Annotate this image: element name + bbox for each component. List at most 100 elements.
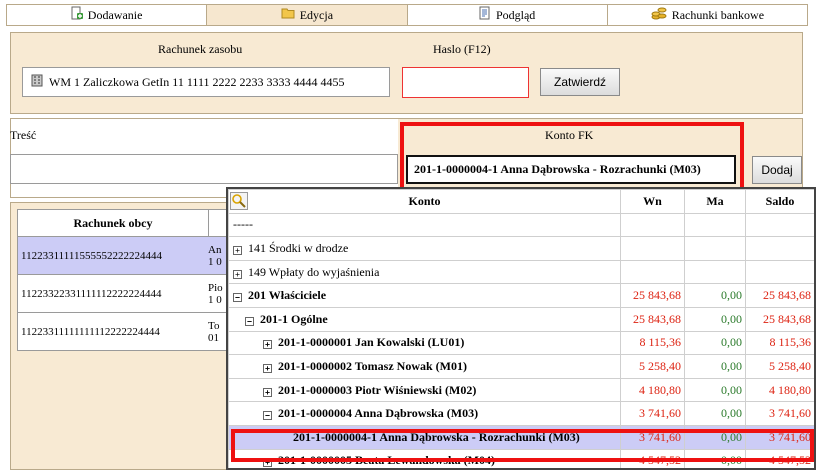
amount-ma: 0,00 xyxy=(684,330,746,356)
content-input[interactable] xyxy=(10,154,398,184)
collapse-icon[interactable]: − xyxy=(263,411,272,421)
konto-cell: −201 Właściciele xyxy=(228,283,621,308)
konto-label: 201 Właściciele xyxy=(248,288,327,303)
konto-label: 201-1-0000004 Anna Dąbrowska (M03) xyxy=(278,406,479,421)
expand-icon[interactable]: + xyxy=(233,269,242,279)
amount-wn: 5 258,40 xyxy=(620,354,685,379)
konto-cell: +141 Środki w drodze xyxy=(228,236,621,261)
tab-label: Dodawanie xyxy=(87,7,143,22)
col-rachunek-obcy: Rachunek obcy xyxy=(73,216,153,230)
konto-cell: +201-1-0000003 Piotr Wiśniewski (M02) xyxy=(228,377,621,403)
col-wn: Wn xyxy=(620,189,685,214)
row-extra: Pio 1 0 xyxy=(208,281,223,306)
expand-icon[interactable]: + xyxy=(233,245,242,255)
collapse-icon[interactable]: − xyxy=(233,293,242,303)
tab-rachunki-bankowe[interactable]: Rachunki bankowe xyxy=(607,4,808,26)
tab-podglad[interactable]: Podgląd xyxy=(407,4,608,26)
expand-icon[interactable]: + xyxy=(263,363,272,373)
amount-ma xyxy=(684,212,746,238)
expand-icon[interactable]: + xyxy=(263,340,272,350)
add-button[interactable]: Dodaj xyxy=(752,156,802,184)
amount-ma: 0,00 xyxy=(684,283,746,308)
amount-saldo: 25 843,68 xyxy=(745,283,814,308)
konto-label: 201-1-0000002 Tomasz Nowak (M01) xyxy=(278,358,467,373)
coins-icon xyxy=(651,6,667,24)
konto-label: 201-1-0000001 Jan Kowalski (LU01) xyxy=(278,335,465,350)
konto-cell: +149 Wpłaty do wyjaśnienia xyxy=(228,259,621,285)
amount-wn: 8 115,36 xyxy=(620,330,685,356)
konto-tree-row[interactable]: +201-1-0000003 Piotr Wiśniewski (M02) 4 1… xyxy=(228,377,814,403)
preview-document-icon xyxy=(479,6,491,24)
amount-wn xyxy=(620,212,685,238)
row-account: 11223311111111112222224444 xyxy=(21,325,160,338)
selected-row-highlight xyxy=(231,429,814,462)
table-header: Rachunek obcy xyxy=(18,210,231,236)
col-konto: Konto xyxy=(228,189,621,214)
foreign-accounts-table: Rachunek obcy 11223311111555552222224444… xyxy=(17,209,232,351)
konto-fk-input[interactable]: 201-1-0000004-1 Anna Dąbrowska - Rozrach… xyxy=(406,155,736,184)
amount-saldo xyxy=(745,236,814,261)
expand-icon[interactable]: + xyxy=(263,387,272,397)
tab-label: Podgląd xyxy=(495,7,536,22)
konto-header-row: Konto Wn Ma Saldo xyxy=(228,189,814,214)
amount-ma xyxy=(684,236,746,261)
amount-wn xyxy=(620,259,685,285)
add-document-icon xyxy=(71,6,83,24)
tab-edycja[interactable]: Edycja xyxy=(207,4,408,26)
resource-account-select[interactable]: WM 1 Zaliczkowa GetIn 11 1111 2222 2233 … xyxy=(22,67,390,97)
konto-label: 201-1 Ogólne xyxy=(260,311,328,326)
table-row[interactable]: 11223311111555552222224444 An 1 0 xyxy=(18,236,231,274)
konto-tree-row[interactable]: −201 Właściciele 25 843,68 0,00 25 843,68 xyxy=(228,283,814,308)
konto-tree-row[interactable]: ----- xyxy=(228,212,814,238)
tab-dodawanie[interactable]: Dodawanie xyxy=(6,4,208,26)
table-row[interactable]: 11223322331111112222224444 Pio 1 0 xyxy=(18,274,231,312)
konto-tree-row[interactable]: −201-1-0000004 Anna Dąbrowska (M03) 3 741… xyxy=(228,401,814,426)
konto-cell: +201-1-0000002 Tomasz Nowak (M01) xyxy=(228,354,621,379)
collapse-icon[interactable]: − xyxy=(245,316,254,326)
konto-tree-row[interactable]: +201-1-0000001 Jan Kowalski (LU01) 8 115,… xyxy=(228,330,814,356)
amount-wn: 25 843,68 xyxy=(620,283,685,308)
konto-label: 149 Wpłaty do wyjaśnienia xyxy=(248,264,380,279)
table-row[interactable]: 11223311111111112222224444 To 01 xyxy=(18,312,231,350)
konto-cell: −201-1-0000004 Anna Dąbrowska (M03) xyxy=(228,401,621,426)
amount-saldo: 25 843,68 xyxy=(745,306,814,332)
row-extra: To 01 xyxy=(208,319,220,344)
konto-tree-row[interactable]: +201-1-0000002 Tomasz Nowak (M01) 5 258,4… xyxy=(228,354,814,379)
content-label: Treść xyxy=(10,128,37,142)
amount-saldo: 3 741,60 xyxy=(745,401,814,426)
password-field[interactable] xyxy=(402,67,529,98)
konto-label: 201-1-0000003 Piotr Wiśniewski (M02) xyxy=(278,382,477,397)
tab-label: Edycja xyxy=(299,7,334,22)
search-icon[interactable] xyxy=(230,192,248,212)
folder-icon xyxy=(281,7,295,23)
konto-label: 141 Środki w drodze xyxy=(248,240,349,255)
konto-tree-row[interactable]: +141 Środki w drodze xyxy=(228,236,814,261)
amount-ma: 0,00 xyxy=(684,354,746,379)
row-account: 11223311111555552222224444 xyxy=(21,249,162,262)
tab-label: Rachunki bankowe xyxy=(671,7,765,22)
konto-tree-table: Konto Wn Ma Saldo ----- +141 Środki w dro… xyxy=(228,189,814,468)
konto-cell: +201-1-0000001 Jan Kowalski (LU01) xyxy=(228,330,621,356)
amount-saldo: 4 180,80 xyxy=(745,377,814,403)
konto-tree-row[interactable]: −201-1 Ogólne 25 843,68 0,00 25 843,68 xyxy=(228,306,814,332)
amount-saldo: 8 115,36 xyxy=(745,330,814,356)
building-icon xyxy=(31,73,43,91)
konto-label: ----- xyxy=(233,217,253,232)
amount-wn: 25 843,68 xyxy=(620,306,685,332)
amount-saldo xyxy=(745,259,814,285)
confirm-button[interactable]: Zatwierdź xyxy=(540,68,620,96)
tab-bar: Dodawanie Edycja Podgląd Rachunki bankow… xyxy=(6,4,808,26)
row-extra: An 1 0 xyxy=(208,243,222,268)
col-ma: Ma xyxy=(684,189,746,214)
amount-saldo: 5 258,40 xyxy=(745,354,814,379)
amount-wn: 3 741,60 xyxy=(620,401,685,426)
resource-account-value: WM 1 Zaliczkowa GetIn 11 1111 2222 2233 … xyxy=(49,74,345,89)
resource-account-label: Rachunek zasobu xyxy=(158,42,243,56)
amount-wn: 4 180,80 xyxy=(620,377,685,403)
amount-ma: 0,00 xyxy=(684,306,746,332)
amount-wn xyxy=(620,236,685,261)
amount-ma: 0,00 xyxy=(684,401,746,426)
konto-tree-row[interactable]: +149 Wpłaty do wyjaśnienia xyxy=(228,259,814,285)
password-label: Haslo (F12) xyxy=(433,42,491,56)
konto-fk-value: 201-1-0000004-1 Anna Dąbrowska - Rozrach… xyxy=(414,162,701,176)
